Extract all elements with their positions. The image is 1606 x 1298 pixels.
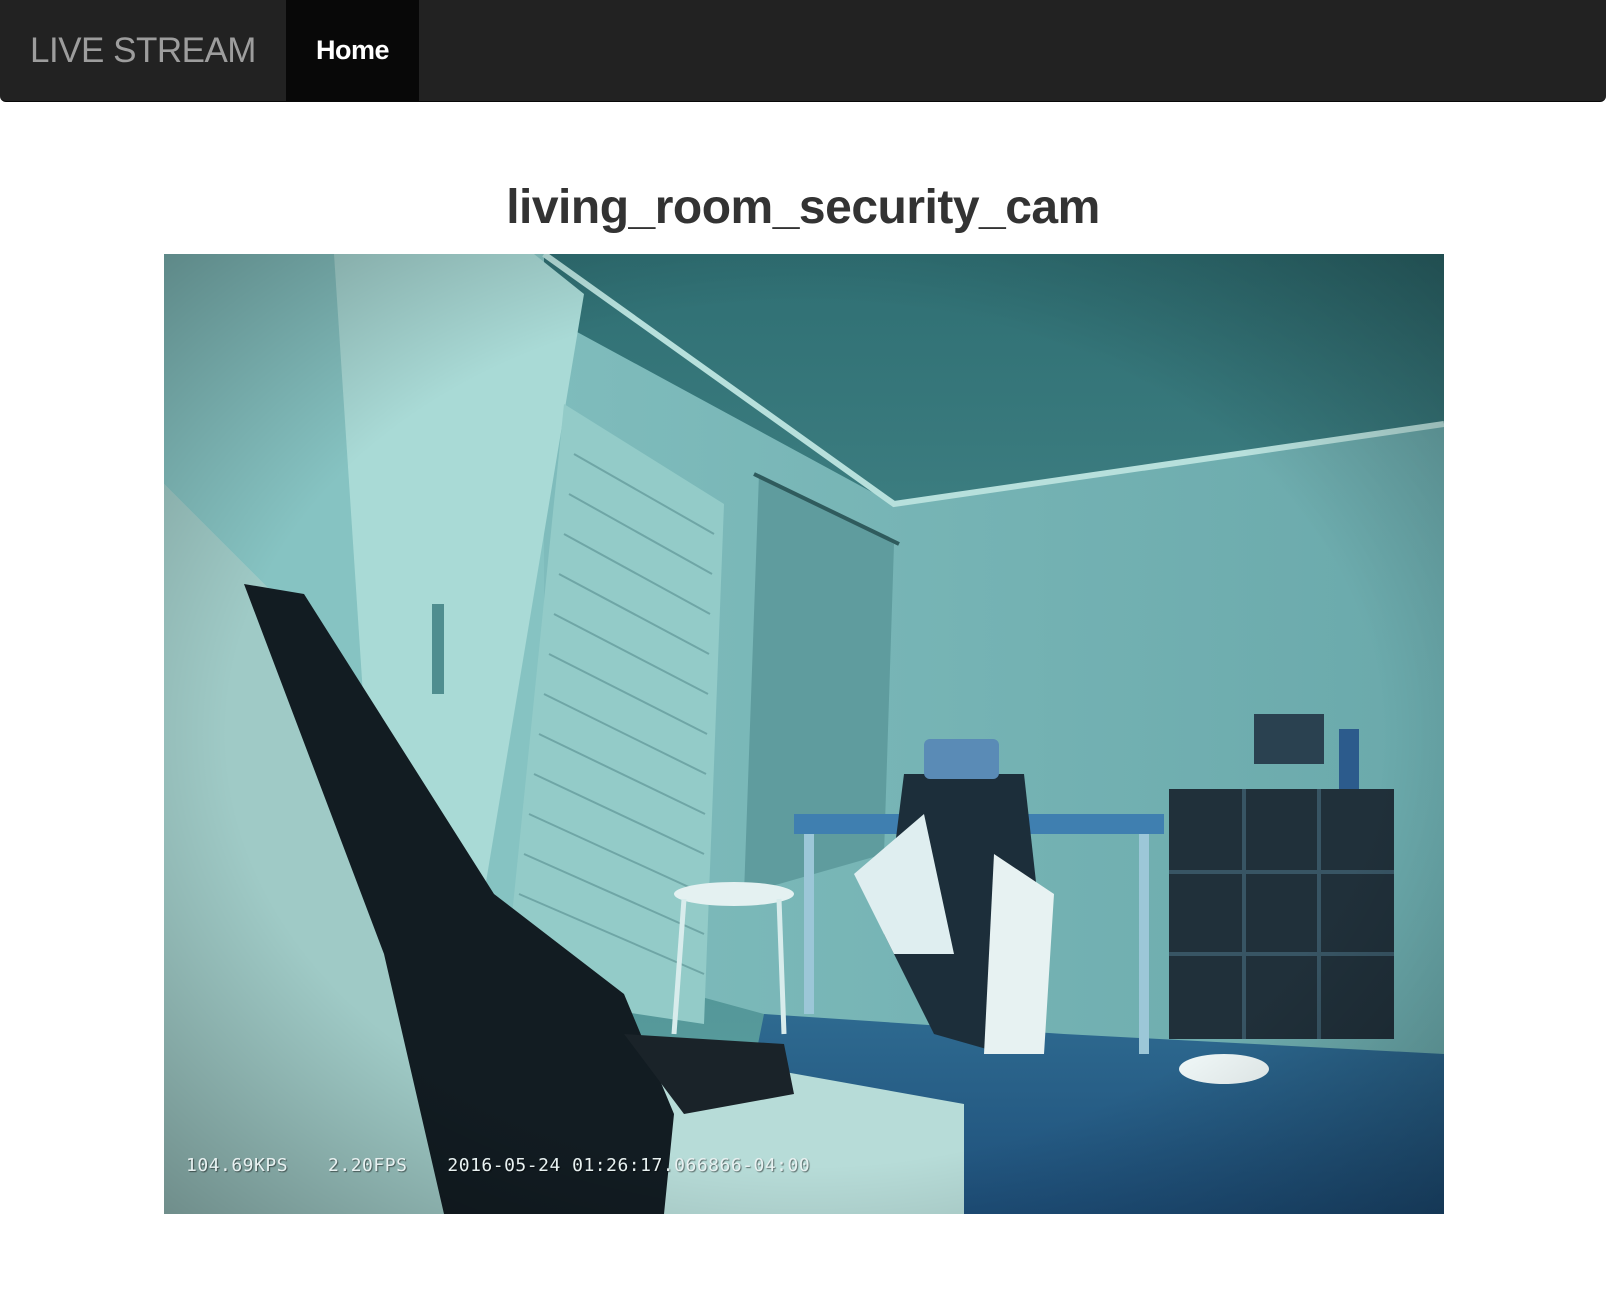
bitrate-readout: 104.69KPS bbox=[186, 1155, 289, 1176]
camera-stream-image: 104.69KPS 2.20FPS 2016-05-24 01:26:17.06… bbox=[164, 254, 1444, 1214]
framerate-readout: 2.20FPS bbox=[328, 1155, 408, 1176]
top-navbar: LIVE STREAM Home bbox=[0, 0, 1606, 102]
navbar-brand[interactable]: LIVE STREAM bbox=[0, 0, 286, 101]
nav-item-home[interactable]: Home bbox=[285, 0, 419, 101]
stream-overlay: 104.69KPS 2.20FPS 2016-05-24 01:26:17.06… bbox=[186, 1155, 810, 1176]
timestamp-readout: 2016-05-24 01:26:17.066866-04:00 bbox=[447, 1155, 811, 1176]
stream-title: living_room_security_cam bbox=[506, 181, 1100, 234]
camera-frame-illustration bbox=[164, 254, 1444, 1214]
